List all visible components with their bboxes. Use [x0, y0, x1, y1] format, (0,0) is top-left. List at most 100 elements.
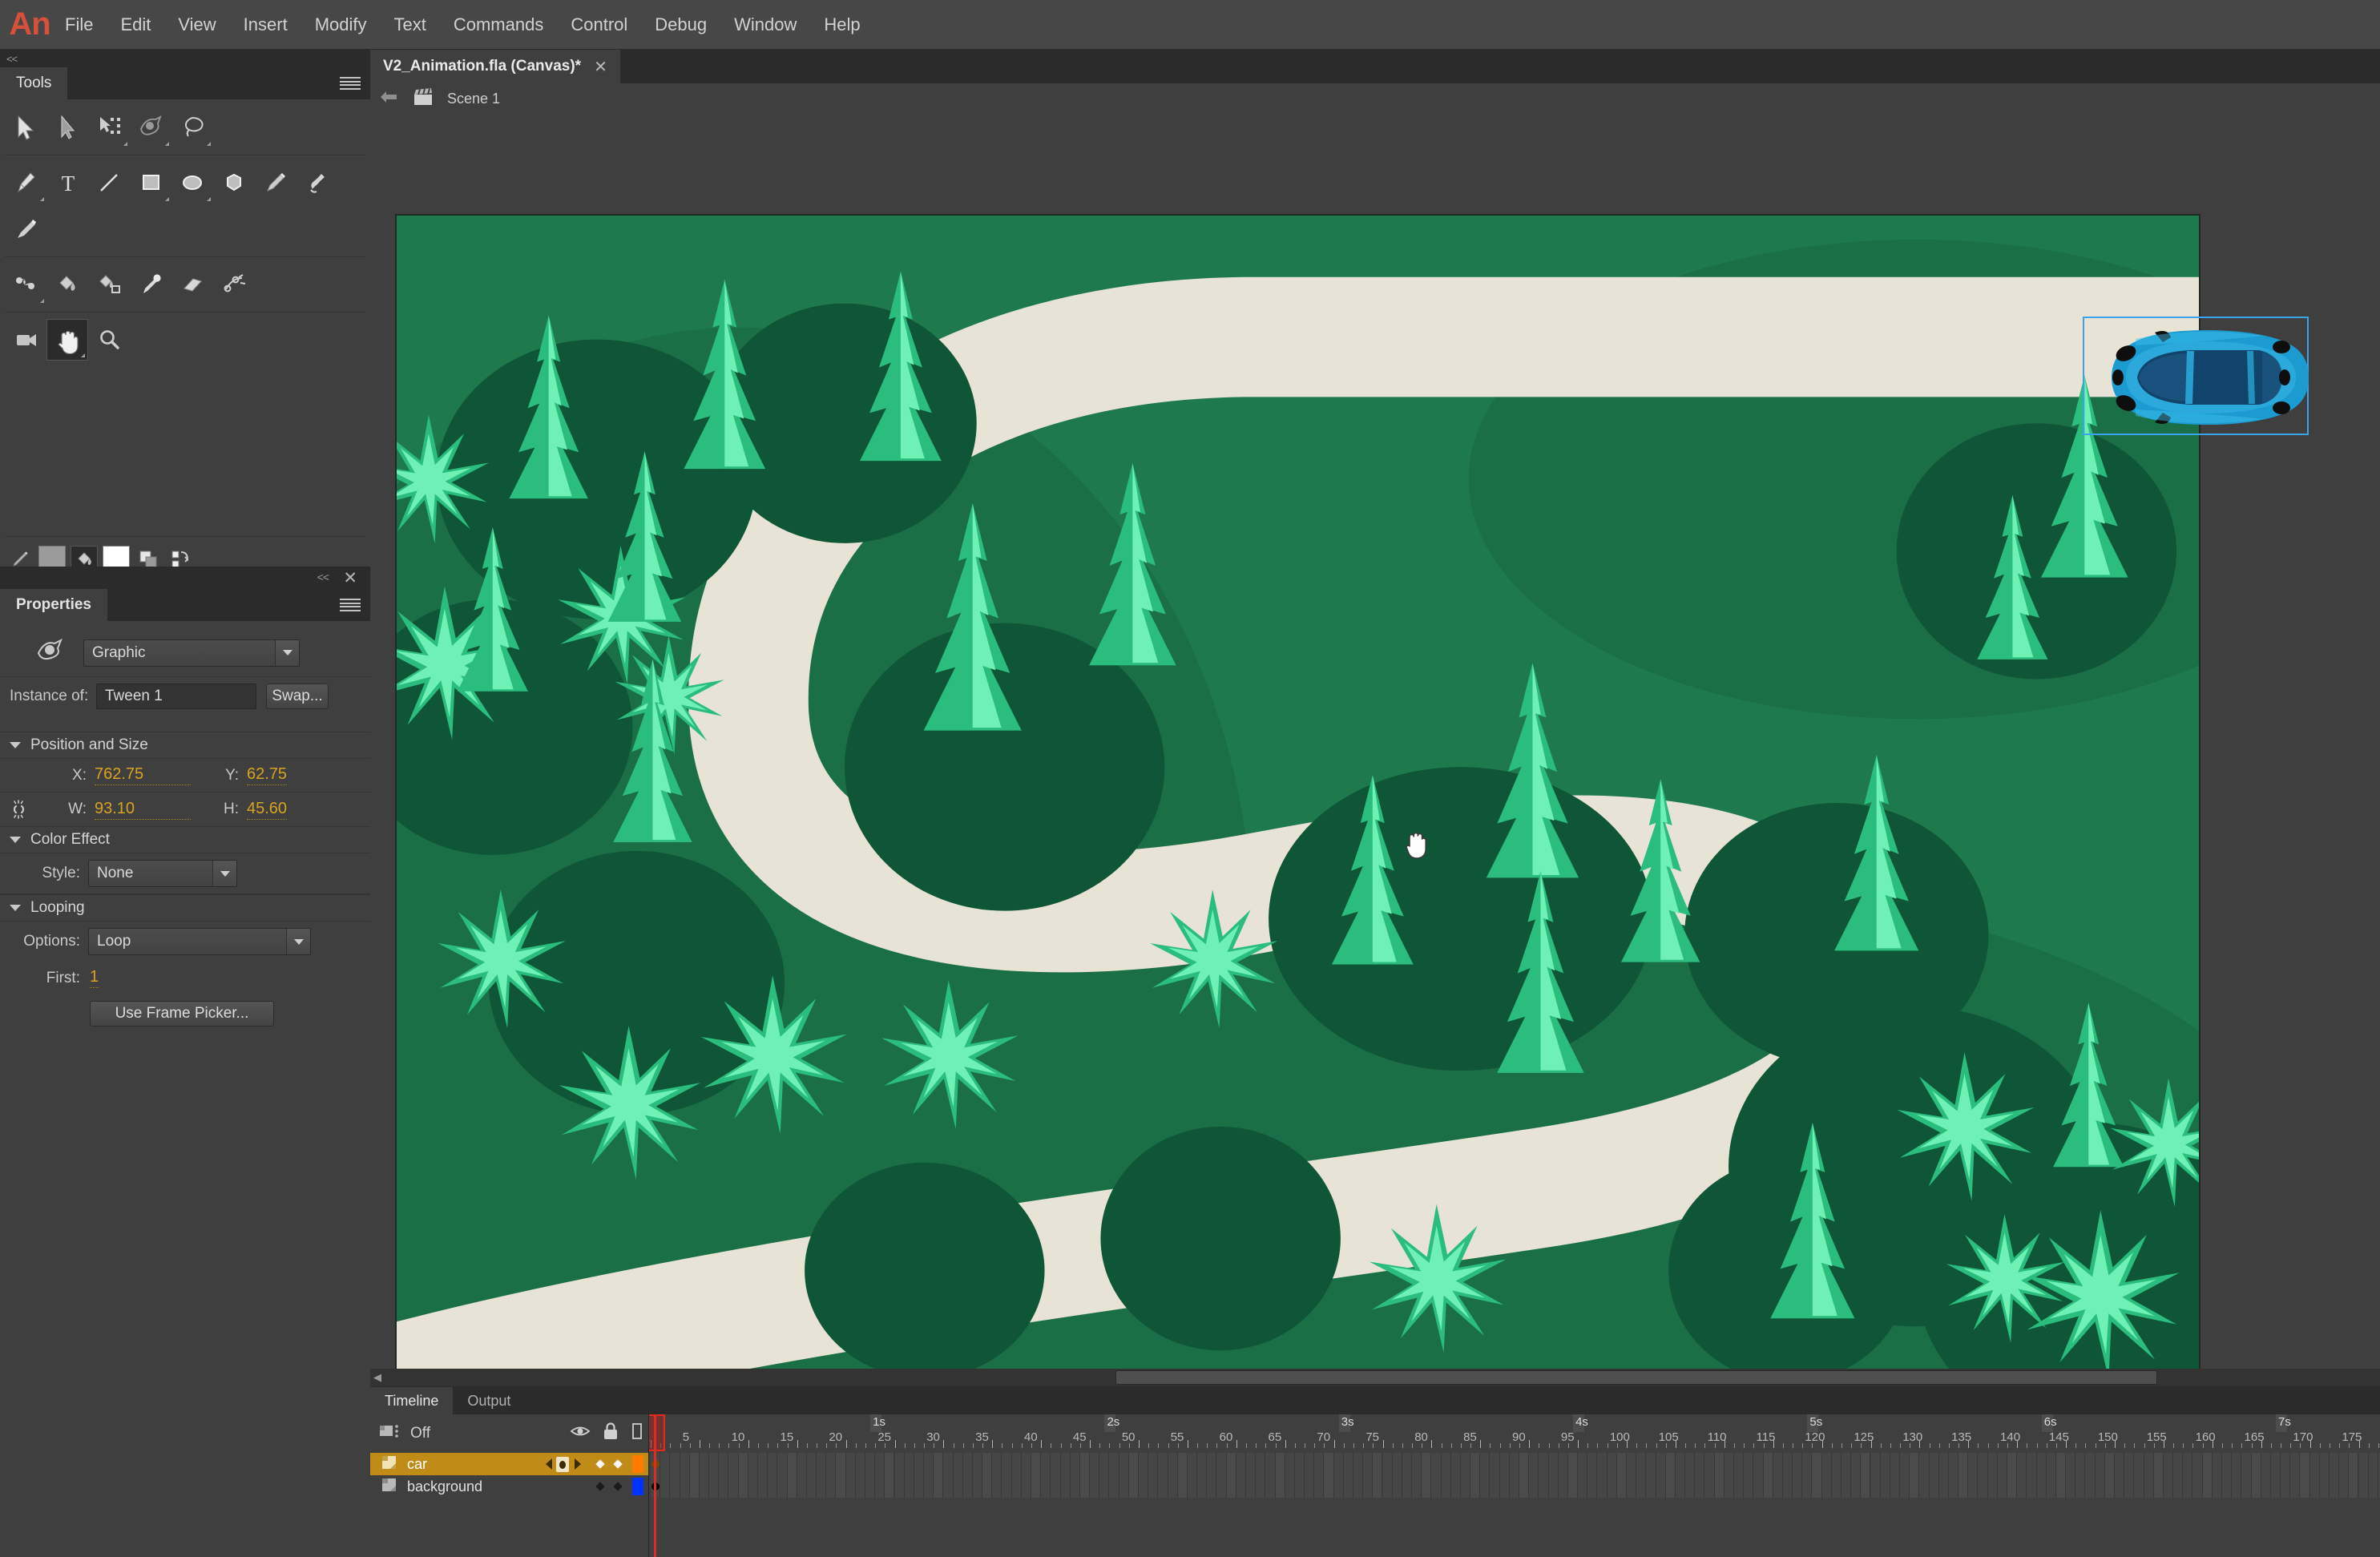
frame-cell[interactable] — [1109, 1453, 1119, 1475]
frame-cell[interactable] — [1158, 1475, 1168, 1498]
timeline-tab-output[interactable]: Output — [453, 1387, 526, 1414]
frame-cell[interactable] — [2232, 1475, 2242, 1498]
frame-cell[interactable] — [2212, 1453, 2222, 1475]
frame-cell[interactable] — [1890, 1453, 1901, 1475]
frame-cell[interactable] — [1090, 1475, 1100, 1498]
frame-cell[interactable] — [982, 1475, 993, 1498]
frame-cell[interactable] — [1919, 1453, 1930, 1475]
tool-flyout-indicator[interactable] — [207, 142, 211, 146]
frame-cell[interactable] — [1353, 1475, 1364, 1498]
section-color-effect[interactable]: Color Effect — [0, 826, 370, 853]
frame-cell[interactable] — [1324, 1475, 1334, 1498]
frame-cell[interactable] — [1978, 1475, 1988, 1498]
frame-cell[interactable] — [875, 1475, 885, 1498]
frame-cell[interactable] — [699, 1453, 710, 1475]
frame-cell[interactable] — [1256, 1453, 1266, 1475]
frame-cell[interactable] — [836, 1453, 846, 1475]
frame-cell[interactable] — [738, 1453, 748, 1475]
frame-cell[interactable] — [1539, 1453, 1549, 1475]
frame-cell[interactable] — [1675, 1475, 1686, 1498]
frame-cell[interactable] — [1245, 1475, 1257, 1498]
frame-cell[interactable] — [2144, 1475, 2154, 1498]
frame-cell[interactable] — [1656, 1475, 1666, 1498]
frame-cell[interactable] — [1470, 1453, 1481, 1475]
frame-cell[interactable] — [719, 1453, 729, 1475]
layer-outline-color[interactable] — [632, 1455, 643, 1473]
frame-cell[interactable] — [1011, 1453, 1022, 1475]
frame-cell[interactable] — [1987, 1475, 1998, 1498]
frame-cell[interactable] — [1919, 1475, 1930, 1498]
frame-cell[interactable] — [699, 1475, 710, 1498]
frame-cell[interactable] — [1187, 1475, 1198, 1498]
frame-cell[interactable] — [1519, 1453, 1530, 1475]
frame-cell[interactable] — [1216, 1453, 1227, 1475]
frame-cell[interactable] — [2251, 1475, 2261, 1498]
frame-cell[interactable] — [1539, 1475, 1549, 1498]
stage-area[interactable]: ◀ — [370, 114, 2380, 1386]
eraser-tool[interactable] — [171, 264, 213, 305]
frame-cell[interactable] — [1968, 1475, 1979, 1498]
frame-cell[interactable] — [1119, 1453, 1129, 1475]
frame-cell[interactable] — [943, 1475, 954, 1498]
frame-cell[interactable] — [728, 1475, 739, 1498]
frame-cell[interactable] — [1880, 1453, 1890, 1475]
frame-cell[interactable] — [1958, 1453, 1969, 1475]
frame-cell[interactable] — [1636, 1475, 1647, 1498]
eye-icon[interactable] — [570, 1423, 591, 1444]
frame-cell[interactable] — [1782, 1453, 1793, 1475]
frame-cell[interactable] — [777, 1475, 788, 1498]
frame-cell[interactable] — [1187, 1453, 1198, 1475]
frame-cell[interactable] — [787, 1475, 797, 1498]
frame-cell[interactable] — [1011, 1475, 1022, 1498]
frame-cell[interactable] — [2358, 1475, 2369, 1498]
menu-text[interactable]: Text — [381, 0, 440, 50]
frame-cell[interactable] — [1880, 1475, 1890, 1498]
frame-cell[interactable] — [1938, 1475, 1949, 1498]
frame-cell[interactable] — [2153, 1475, 2164, 1498]
frame-cell[interactable] — [1733, 1475, 1745, 1498]
frame-cell[interactable] — [1782, 1475, 1793, 1498]
frame-cell[interactable] — [1597, 1453, 1608, 1475]
frame-cell[interactable] — [1529, 1453, 1539, 1475]
frame-cell[interactable] — [1509, 1453, 1519, 1475]
frame-cell[interactable] — [1422, 1475, 1432, 1498]
frame-cell[interactable] — [1997, 1453, 2007, 1475]
frame-cell[interactable] — [2095, 1475, 2105, 1498]
menu-debug[interactable]: Debug — [641, 0, 720, 50]
frame-cell[interactable] — [1910, 1475, 1920, 1498]
menu-help[interactable]: Help — [810, 0, 873, 50]
frame-cell[interactable] — [1139, 1475, 1149, 1498]
frame-cell[interactable] — [836, 1475, 846, 1498]
frame-cell[interactable] — [817, 1453, 827, 1475]
frame-cell[interactable] — [2104, 1475, 2115, 1498]
frame-cell[interactable] — [1158, 1453, 1168, 1475]
frame-cell[interactable] — [757, 1475, 768, 1498]
frame-cell[interactable] — [1704, 1475, 1715, 1498]
frame-cell[interactable] — [1685, 1453, 1696, 1475]
frame-cell[interactable] — [1948, 1453, 1959, 1475]
frame-cell[interactable] — [1616, 1453, 1627, 1475]
frame-cell[interactable] — [1821, 1453, 1832, 1475]
frame-cell[interactable] — [1470, 1475, 1481, 1498]
frame-cell[interactable] — [1139, 1453, 1149, 1475]
zoom-tool[interactable] — [88, 319, 130, 361]
frame-cell[interactable] — [757, 1453, 768, 1475]
frame-cell[interactable] — [1802, 1475, 1813, 1498]
frame-cell[interactable] — [1558, 1453, 1568, 1475]
stage-horizontal-scrollbar[interactable]: ◀ — [370, 1369, 2380, 1386]
frame-cell[interactable] — [1177, 1475, 1188, 1498]
frame-cell[interactable] — [1841, 1475, 1852, 1498]
frame-cell[interactable] — [1636, 1453, 1647, 1475]
frame-cell[interactable] — [1714, 1453, 1724, 1475]
frame-cell[interactable] — [1441, 1453, 1451, 1475]
tool-flyout-indicator[interactable] — [165, 142, 169, 146]
frame-cell[interactable] — [885, 1453, 895, 1475]
frame-cell[interactable] — [777, 1453, 788, 1475]
frame-cell[interactable] — [1987, 1453, 1998, 1475]
gradient-transform-tool[interactable] — [130, 107, 171, 148]
frame-cell[interactable] — [845, 1475, 856, 1498]
menu-view[interactable]: View — [164, 0, 229, 50]
frame-strip-car[interactable] — [649, 1453, 2380, 1475]
frame-cell[interactable] — [1597, 1475, 1608, 1498]
frame-cell[interactable] — [2115, 1453, 2125, 1475]
